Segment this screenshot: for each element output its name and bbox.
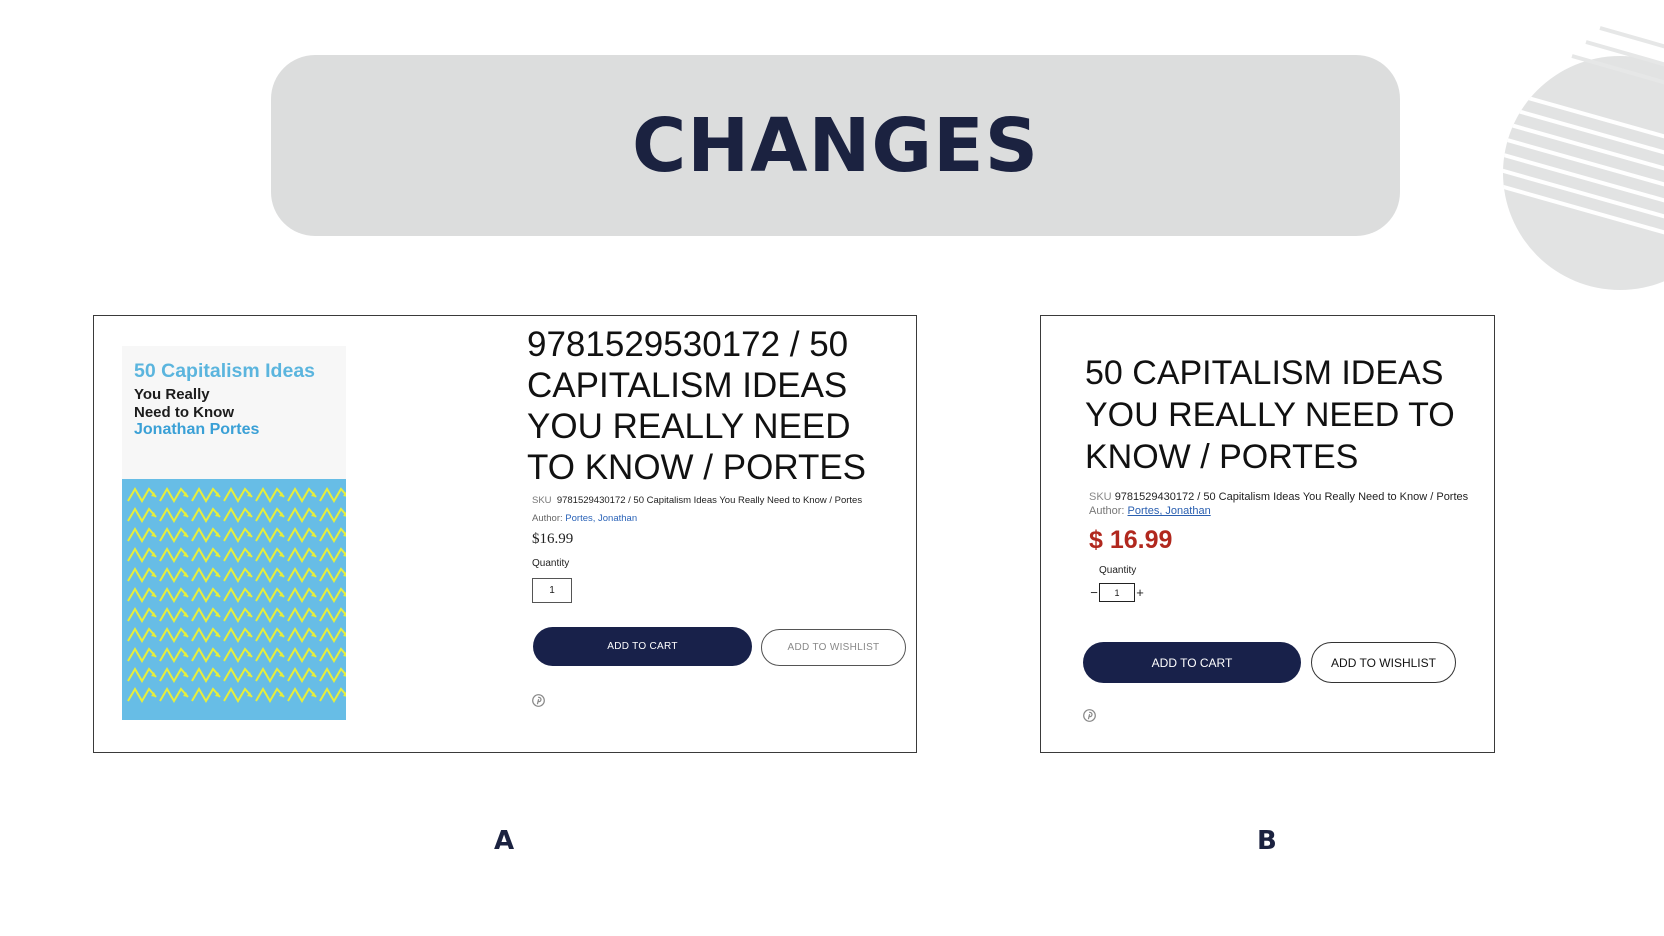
sku-label: SKU — [532, 495, 552, 506]
product-panel-a: 50 Capitalism Ideas You Really Need to K… — [93, 315, 917, 753]
cover-zigzag-line — [319, 487, 346, 503]
author-link[interactable]: Portes, Jonathan — [1128, 505, 1211, 517]
heading-banner: CHANGES — [271, 55, 1400, 236]
author-label: Author: — [532, 513, 563, 524]
product-title: 9781529530172 / 50 CAPITALISM IDEAS YOU … — [527, 325, 867, 487]
add-to-wishlist-button[interactable]: ADD TO WISHLIST — [1311, 642, 1456, 683]
cover-zigzag-line — [319, 607, 346, 623]
cover-zigzag-line — [319, 587, 346, 603]
pinterest-icon[interactable] — [1083, 709, 1096, 722]
cover-title: 50 Capitalism Ideas — [134, 360, 316, 382]
cover-subtitle-line2: Need to Know — [134, 404, 234, 421]
quantity-label: Quantity — [532, 558, 570, 569]
author-line: Author: Portes, Jonathan — [532, 513, 637, 524]
product-panel-b: 50 CAPITALISM IDEAS YOU REALLY NEED TO K… — [1040, 315, 1495, 753]
author-line: Author: Portes, Jonathan — [1089, 505, 1211, 517]
cover-zigzag-line — [319, 567, 346, 583]
product-price: $16.99 — [532, 531, 574, 547]
sku-line: SKU 9781529430172 / 50 Capitalism Ideas … — [1089, 491, 1468, 503]
variant-label-a: A — [494, 826, 515, 856]
product-title: 50 CAPITALISM IDEAS YOU REALLY NEED TO K… — [1085, 354, 1455, 476]
pinterest-icon[interactable] — [532, 694, 545, 707]
author-link[interactable]: Portes, Jonathan — [565, 513, 637, 524]
sku-label: SKU — [1089, 491, 1112, 503]
cover-subtitle: You Really Need to Know — [134, 386, 234, 422]
cover-zigzag-line — [319, 667, 346, 683]
product-price: $ 16.99 — [1089, 526, 1173, 554]
cover-zigzag-line — [319, 647, 346, 663]
book-cover-image[interactable]: 50 Capitalism Ideas You Really Need to K… — [122, 346, 346, 720]
sku-line: SKU 9781529430172 / 50 Capitalism Ideas … — [532, 495, 862, 506]
cover-zigzag-line — [319, 687, 346, 703]
cover-subtitle-line1: You Really — [134, 386, 210, 403]
cover-zigzag-line — [319, 627, 346, 643]
add-to-wishlist-button[interactable]: ADD TO WISHLIST — [761, 629, 906, 666]
cover-zigzag-artwork — [122, 479, 346, 720]
cover-title-area: 50 Capitalism Ideas You Really Need to K… — [122, 346, 346, 479]
cover-zigzag-line — [319, 527, 346, 543]
variant-label-b: B — [1257, 826, 1277, 856]
cover-zigzag-line — [319, 547, 346, 563]
add-to-cart-button[interactable]: ADD TO CART — [1083, 642, 1301, 683]
cover-author: Jonathan Portes — [134, 421, 260, 438]
cover-zigzag-line — [319, 507, 346, 523]
quantity-input[interactable]: 1 — [532, 578, 572, 603]
decorative-striped-circle — [1503, 26, 1664, 290]
page-title: CHANGES — [631, 102, 1040, 189]
quantity-input[interactable]: 1 — [1099, 583, 1135, 602]
author-label: Author: — [1089, 505, 1125, 517]
quantity-stepper: − 1 + — [1089, 583, 1145, 602]
decrement-button[interactable]: − — [1089, 586, 1099, 599]
increment-button[interactable]: + — [1135, 586, 1145, 599]
quantity-label: Quantity — [1099, 565, 1137, 576]
add-to-cart-button[interactable]: ADD TO CART — [533, 627, 752, 666]
sku-value: 9781529430172 / 50 Capitalism Ideas You … — [1114, 491, 1469, 503]
sku-value: 9781529430172 / 50 Capitalism Ideas You … — [556, 495, 863, 506]
